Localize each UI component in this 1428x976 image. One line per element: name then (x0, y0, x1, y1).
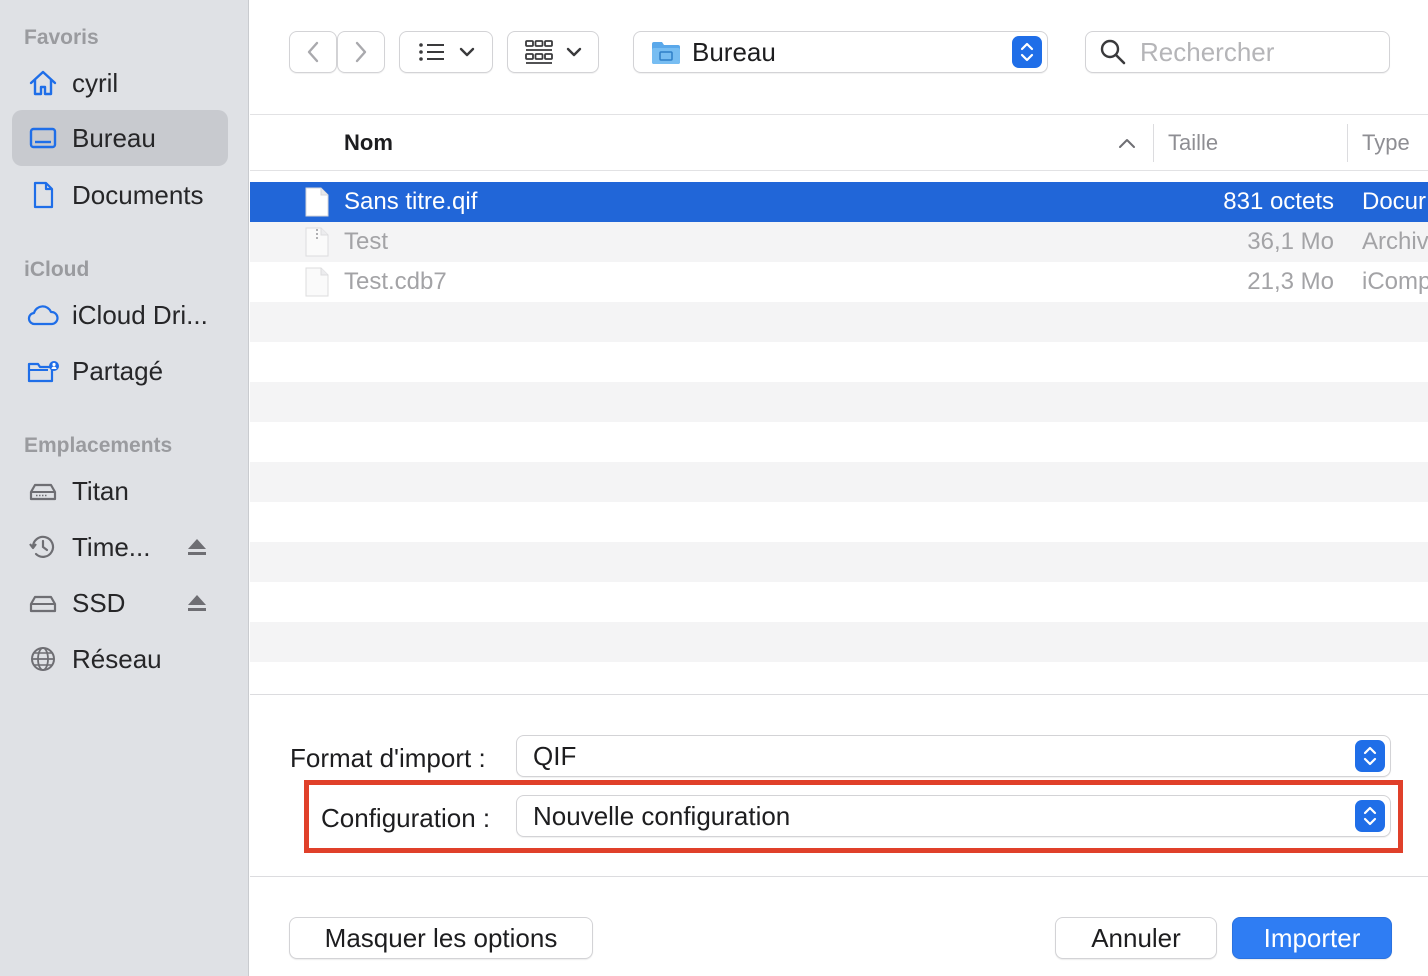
file-list: Sans titre.qif 831 octets Docur Test 36,… (250, 182, 1428, 662)
file-size: 21,3 Mo (1247, 268, 1334, 295)
sidebar-item-label: iCloud Dri... (72, 299, 208, 330)
column-header-size[interactable]: Taille (1168, 115, 1343, 171)
column-type-label: Type (1362, 130, 1410, 155)
file-type: Archiv (1362, 228, 1428, 255)
sidebar-item-label: Partagé (72, 355, 164, 386)
view-grid-button[interactable] (507, 31, 599, 73)
stepper-icon (1355, 740, 1385, 772)
forward-button[interactable] (337, 31, 385, 73)
empty-row (250, 542, 1428, 582)
divider (250, 170, 1428, 171)
shared-folder-icon (26, 354, 60, 388)
list-view-icon (419, 43, 444, 61)
empty-row (250, 342, 1428, 382)
sidebar-item-cyril[interactable]: cyril (12, 55, 228, 111)
file-icon (304, 267, 330, 302)
sidebar-item-titan[interactable]: Titan (12, 463, 228, 519)
divider (250, 876, 1428, 877)
sort-ascending-icon (1118, 137, 1136, 149)
sidebar-section-icloud: iCloud (24, 258, 90, 281)
chevron-right-icon (355, 41, 367, 63)
column-separator (1153, 124, 1154, 162)
file-type: iComp (1362, 268, 1428, 295)
empty-row (250, 582, 1428, 622)
column-header-type[interactable]: Type (1362, 115, 1428, 171)
sidebar-section-favorites: Favoris (24, 26, 99, 49)
archive-icon (304, 227, 330, 262)
chevron-down-icon (459, 47, 475, 57)
column-size-label: Taille (1168, 130, 1219, 155)
sidebar-item-partage[interactable]: Partagé (12, 343, 228, 399)
sidebar-item-documents[interactable]: Documents (12, 167, 228, 223)
file-size: 36,1 Mo (1247, 228, 1334, 255)
cloud-icon (26, 298, 60, 332)
sidebar: Favoris cyril Bureau Documents iCloud iC… (0, 0, 249, 976)
file-row-test-cdb7[interactable]: Test.cdb7 21,3 Mo iComp (250, 262, 1428, 302)
empty-row (250, 622, 1428, 662)
file-icon (304, 187, 330, 222)
column-header-name[interactable]: Nom (344, 115, 1154, 171)
sidebar-item-time-machine[interactable]: Time... (12, 519, 228, 575)
view-list-button[interactable] (399, 31, 493, 73)
sidebar-item-label: cyril (72, 67, 119, 98)
drive-icon (26, 474, 60, 508)
desktop-icon (26, 121, 60, 155)
cancel-button[interactable]: Annuler (1055, 917, 1217, 959)
sidebar-item-label: SSD (72, 587, 126, 618)
sidebar-item-reseau[interactable]: Réseau (12, 631, 228, 687)
file-name: Test (344, 228, 389, 255)
sidebar-item-ssd[interactable]: SSD (12, 575, 228, 631)
file-name: Test.cdb7 (344, 268, 447, 295)
empty-row (250, 462, 1428, 502)
empty-row (250, 422, 1428, 462)
back-button[interactable] (289, 31, 337, 73)
highlight-box (304, 780, 1403, 853)
folder-icon (650, 38, 682, 66)
sidebar-section-locations: Emplacements (24, 434, 173, 457)
chevron-down-icon (566, 47, 582, 57)
drive-icon (26, 586, 60, 620)
column-name-label: Nom (344, 130, 393, 155)
grid-view-icon (525, 40, 553, 64)
eject-icon[interactable] (186, 593, 208, 618)
column-separator (1347, 124, 1348, 162)
format-label: Format d'import : (290, 743, 486, 773)
sidebar-item-label: Bureau (72, 122, 156, 153)
sidebar-item-label: Time... (72, 531, 151, 562)
file-name: Sans titre.qif (344, 188, 478, 215)
document-icon (26, 178, 60, 212)
empty-row (250, 302, 1428, 342)
time-machine-icon (26, 530, 60, 564)
search-icon (1100, 39, 1126, 65)
sidebar-item-icloud-drive[interactable]: iCloud Dri... (12, 287, 228, 343)
sidebar-item-label: Documents (72, 179, 204, 210)
home-icon (26, 66, 60, 100)
file-row-test[interactable]: Test 36,1 Mo Archiv (250, 222, 1428, 262)
file-size: 831 octets (1223, 188, 1334, 215)
network-icon (26, 642, 60, 676)
format-popup[interactable]: QIF (516, 735, 1391, 777)
search-field[interactable] (1085, 31, 1390, 73)
empty-row (250, 502, 1428, 542)
sidebar-item-bureau[interactable]: Bureau (12, 110, 228, 166)
file-row-sans-titre[interactable]: Sans titre.qif 831 octets Docur (250, 182, 1428, 222)
sidebar-item-label: Réseau (72, 643, 162, 674)
search-input[interactable] (1140, 36, 1380, 68)
sidebar-item-label: Titan (72, 475, 129, 506)
location-popup[interactable]: Bureau (633, 31, 1048, 73)
divider (250, 694, 1428, 695)
stepper-icon (1012, 36, 1042, 68)
file-type: Docur (1362, 188, 1427, 215)
chevron-left-icon (307, 41, 319, 63)
hide-options-button[interactable]: Masquer les options (289, 917, 593, 959)
format-value: QIF (533, 741, 577, 771)
location-label: Bureau (692, 36, 776, 67)
eject-icon[interactable] (186, 537, 208, 562)
empty-row (250, 382, 1428, 422)
import-button[interactable]: Importer (1232, 917, 1392, 959)
